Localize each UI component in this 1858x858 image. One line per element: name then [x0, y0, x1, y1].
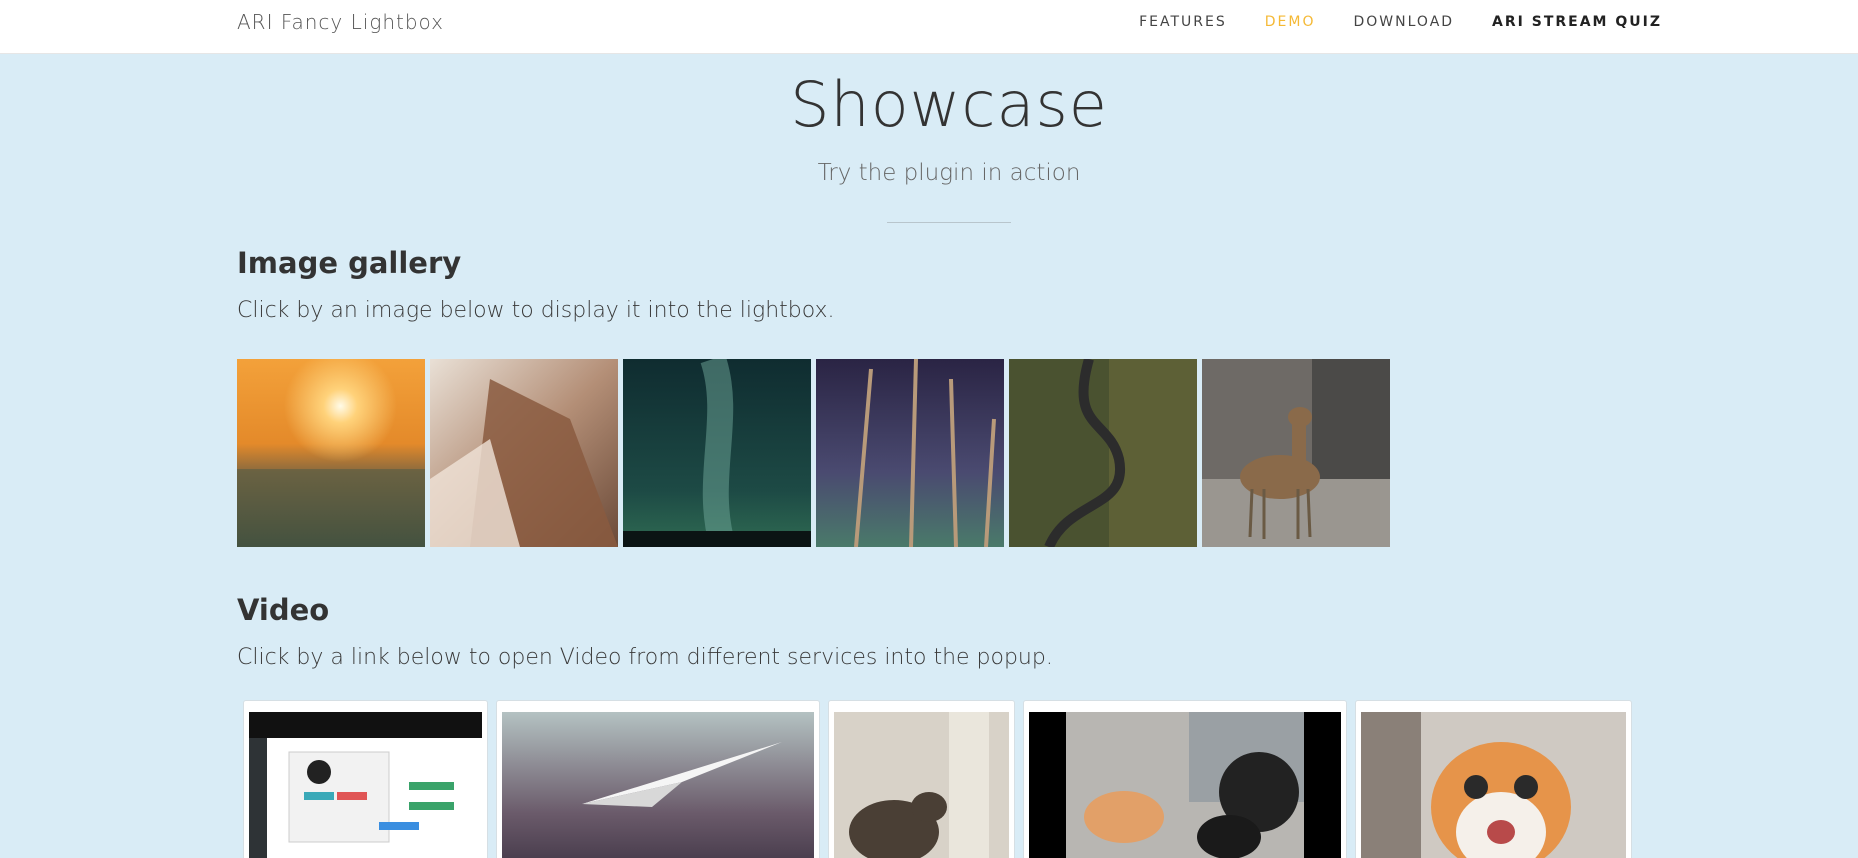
- gallery-description: Click by an image below to display it in…: [237, 298, 835, 323]
- video-thumb-cat-curtain[interactable]: [828, 700, 1015, 858]
- video-thumb-paper-plane[interactable]: [496, 700, 820, 858]
- gallery-heading: Image gallery: [237, 246, 462, 280]
- video-list: [243, 700, 1632, 858]
- image-gallery: [237, 359, 1390, 547]
- page-subtitle: Try the plugin in action: [817, 160, 1081, 186]
- nav-features[interactable]: FEATURES: [1139, 14, 1227, 30]
- video-thumb-surprised-cat[interactable]: [1355, 700, 1632, 858]
- nav-demo[interactable]: DEMO: [1265, 14, 1316, 30]
- brand-logo[interactable]: ARI Fancy Lightbox: [237, 10, 444, 34]
- gallery-image-tall-trees[interactable]: [816, 359, 1004, 547]
- gallery-image-winding-road[interactable]: [1009, 359, 1197, 547]
- gallery-image-milky-way[interactable]: [623, 359, 811, 547]
- gallery-image-deer[interactable]: [1202, 359, 1390, 547]
- gallery-image-sunset-city[interactable]: [237, 359, 425, 547]
- page-title: Showcase: [790, 68, 1108, 141]
- top-navbar: ARI Fancy Lightbox FEATURES DEMO DOWNLOA…: [0, 0, 1858, 54]
- video-thumb-cat-car[interactable]: [1023, 700, 1347, 858]
- nav-download[interactable]: DOWNLOAD: [1354, 14, 1455, 30]
- video-description: Click by a link below to open Video from…: [237, 645, 1053, 670]
- video-heading: Video: [237, 593, 330, 627]
- nav-ari-stream-quiz[interactable]: ARI STREAM QUIZ: [1492, 14, 1662, 30]
- video-thumb-admin-screen[interactable]: [243, 700, 488, 858]
- hero-divider: [887, 222, 1011, 223]
- main-nav: FEATURES DEMO DOWNLOAD ARI STREAM QUIZ: [1139, 14, 1662, 30]
- gallery-image-misty-mountains[interactable]: [430, 359, 618, 547]
